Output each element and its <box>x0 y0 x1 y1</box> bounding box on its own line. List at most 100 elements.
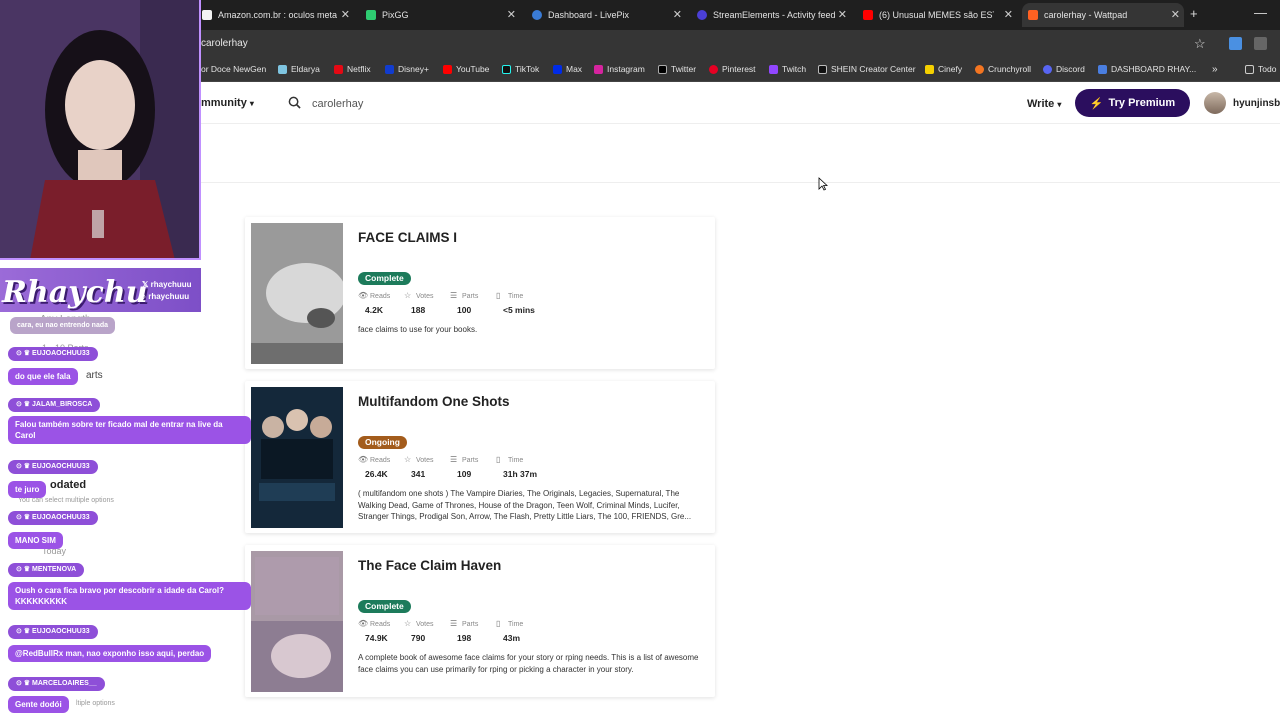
pixgg-icon <box>366 10 376 20</box>
folder-icon <box>1245 64 1254 74</box>
parts-count: 109 <box>457 469 472 479</box>
write-label: Write <box>1027 98 1055 110</box>
story-card[interactable]: Multifandom One Shots Ongoing 👁 Reads 26.4… <box>245 381 715 533</box>
reads-count: 4.2K <box>365 305 383 315</box>
bookmark-folder[interactable]: Todo <box>1245 64 1276 74</box>
chat-username: ⊙ ♛ JALAM_BIROSCA <box>8 398 101 412</box>
status-badge: Ongoing <box>358 436 407 449</box>
chat-message: @RedBullRx man, nao exponho isso aqui, p… <box>8 645 212 662</box>
handle-text: rhaychuuu <box>150 280 192 289</box>
stat-label: Reads <box>370 292 391 300</box>
bookmark-item[interactable]: Netflix <box>334 64 371 74</box>
bookmark-item[interactable]: Discord <box>1043 64 1085 74</box>
bookmark-star-icon[interactable]: ☆ <box>1194 36 1206 52</box>
story-description: face claims to use for your books. <box>358 325 478 334</box>
story-title[interactable]: FACE CLAIMS I <box>358 230 457 245</box>
bookmark-label: Todo <box>1258 64 1277 74</box>
bookmark-label: DASHBOARD RHAY... <box>1111 64 1197 74</box>
streamer-webcam-image <box>0 0 199 258</box>
reading-time: <5 mins <box>503 305 535 315</box>
bookmark-label: Disney+ <box>398 64 429 74</box>
community-menu[interactable]: mmunity ▾ <box>201 97 254 109</box>
bookmark-item[interactable]: YouTube <box>443 64 489 74</box>
close-icon[interactable]: ✕ <box>507 8 516 21</box>
stat-label: Time <box>508 456 524 464</box>
username[interactable]: hyunjinsb <box>1233 98 1280 109</box>
bookmark-item[interactable]: Pinterest <box>709 64 756 74</box>
bookmark-item[interactable]: or Doce NewGen <box>201 64 266 74</box>
stat-label: Votes <box>416 292 434 300</box>
search-input[interactable]: carolerhay <box>312 98 363 110</box>
tab-livepix[interactable]: Dashboard - LivePix ✕ <box>526 3 686 27</box>
story-title[interactable]: The Face Claim Haven <box>358 558 501 573</box>
write-menu[interactable]: Write ▾ <box>1027 98 1061 110</box>
story-stats: 👁 Reads 74.9K ☆ Votes 790 ☰ Parts 198 ▯ Time 43m <box>358 619 556 644</box>
close-icon[interactable]: ✕ <box>1004 8 1013 21</box>
twitter-icon <box>658 64 667 74</box>
minimize-icon[interactable]: — <box>1254 5 1267 20</box>
bookmark-item[interactable]: Instagram <box>594 64 645 74</box>
reads-count: 74.9K <box>365 633 388 643</box>
chat-username: ⊙ ♛ EUJOAOCHUU33 <box>8 347 98 361</box>
bookmark-item[interactable]: DASHBOARD RHAY... <box>1098 64 1196 74</box>
avatar[interactable] <box>1204 92 1226 114</box>
filter-hint: You can select multiple options <box>18 497 114 504</box>
bookmark-item[interactable]: SHEIN Creator Center <box>818 64 916 74</box>
bookmark-item[interactable]: Twitch <box>769 64 806 74</box>
tab-label: Amazon.com.br : oculos meta <box>218 10 338 20</box>
story-card[interactable]: FACE CLAIMS I Complete 👁 Reads 4.2K ☆ Votes… <box>245 217 715 369</box>
twitch-icon <box>769 64 778 74</box>
book-icon: ▯ <box>496 619 501 628</box>
new-tab-icon[interactable]: + <box>1190 6 1198 21</box>
url-field[interactable]: carolerhay <box>201 38 248 49</box>
bookmark-label: Cinefy <box>938 64 963 74</box>
close-icon[interactable]: ✕ <box>673 8 682 21</box>
story-cover-image[interactable] <box>251 387 343 528</box>
tab-label: StreamElements - Activity feed <box>713 10 836 20</box>
bookmark-label: Discord <box>1056 64 1085 74</box>
votes-count: 341 <box>411 469 426 479</box>
pinterest-icon <box>709 64 718 74</box>
extensions-icon[interactable] <box>1254 37 1267 50</box>
caret-down-icon: ▾ <box>249 99 254 108</box>
close-icon[interactable]: ✕ <box>1171 8 1180 21</box>
bookmark-item[interactable]: Crunchyroll <box>975 64 1031 74</box>
tiktok-icon <box>502 64 511 74</box>
tab-wattpad[interactable]: carolerhay - Wattpad ✕ <box>1022 3 1184 27</box>
chat-username: ⊙ ♛ EUJOAOCHUU33 <box>8 625 98 639</box>
tab-amazon[interactable]: Amazon.com.br : oculos meta ✕ <box>196 3 354 27</box>
bookmark-label: Max <box>566 64 583 74</box>
more-bookmarks-icon[interactable]: » <box>1212 64 1218 75</box>
story-cover-image[interactable] <box>251 551 343 692</box>
chat-username-text: EUJOAOCHUU33 <box>32 514 90 521</box>
max-icon <box>553 64 562 74</box>
bookmark-item[interactable]: Eldarya <box>278 64 320 74</box>
bookmark-item[interactable]: TikTok <box>502 64 539 74</box>
story-cover-image[interactable] <box>251 223 343 364</box>
close-icon[interactable]: ✕ <box>341 8 350 21</box>
discord-icon <box>1043 64 1052 74</box>
tab-pixgg[interactable]: PixGG ✕ <box>360 3 520 27</box>
votes-count: 790 <box>411 633 426 643</box>
star-icon: ☆ <box>404 291 412 300</box>
tab-streamelements[interactable]: StreamElements - Activity feed ✕ <box>691 3 851 27</box>
votes-count: 188 <box>411 305 426 315</box>
tab-youtube[interactable]: (6) Unusual MEMES são ESTRANHOS ✕ <box>857 3 1017 27</box>
stat-label: Votes <box>416 456 434 464</box>
reading-time: 43m <box>503 633 521 643</box>
bookmark-label: Instagram <box>607 64 645 74</box>
handle-text: rhaychuuu <box>148 292 190 301</box>
download-extension-icon[interactable] <box>1229 37 1242 50</box>
bookmark-item[interactable]: Cinefy <box>925 64 962 74</box>
bookmark-label: Twitter <box>671 64 697 74</box>
bookmark-item[interactable]: Max <box>553 64 582 74</box>
star-icon: ☆ <box>404 455 412 464</box>
story-card[interactable]: The Face Claim Haven Complete 👁 Reads 74.9… <box>245 545 715 697</box>
bookmark-item[interactable]: Disney+ <box>385 64 429 74</box>
bookmark-item[interactable]: Twitter <box>658 64 696 74</box>
close-icon[interactable]: ✕ <box>838 8 847 21</box>
status-badge: Complete <box>358 600 411 613</box>
try-premium-button[interactable]: ⚡ Try Premium <box>1075 89 1190 117</box>
story-title[interactable]: Multifandom One Shots <box>358 394 510 409</box>
eye-icon: 👁 <box>358 291 369 300</box>
